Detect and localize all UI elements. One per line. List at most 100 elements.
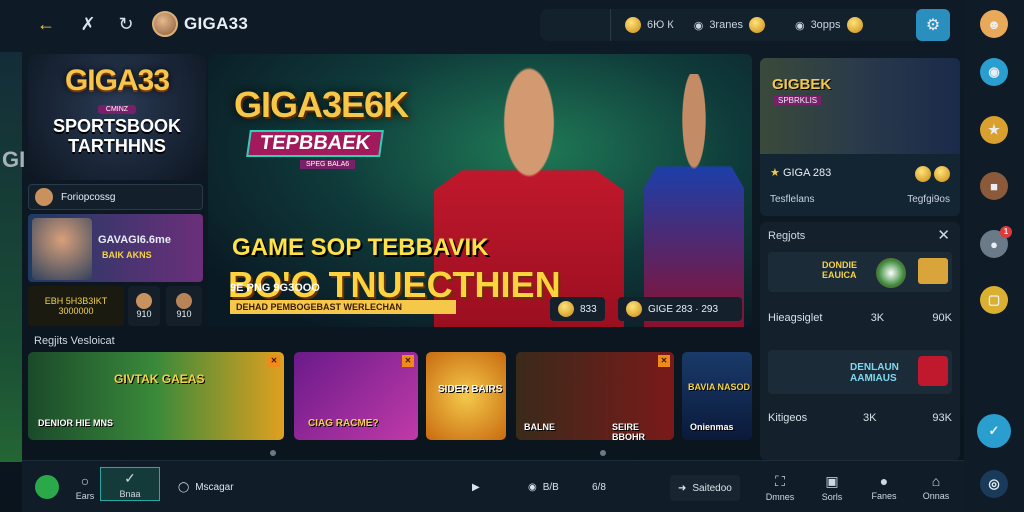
featured-row-1: ★ GIGA 283 [770, 166, 950, 185]
coin-icon [914, 166, 931, 182]
chat-bubble-icon[interactable]: ◉ [980, 58, 1008, 86]
hero-stat-left[interactable]: 833 [550, 297, 605, 321]
support-icon[interactable]: ✓ [977, 414, 1011, 448]
coin-icon [626, 301, 642, 317]
hot-badge: ✕ [268, 355, 280, 367]
game-tile-3[interactable]: SIDER BAIRS [426, 352, 506, 440]
bottom-settings[interactable]: ➜ Saitedoo [670, 475, 740, 501]
panel-game-1[interactable]: DONDIE EAUICA [768, 252, 952, 292]
check-icon: ✓ [124, 469, 136, 486]
hero-bar: DEHAD PEMBOGEBAST WERLECHAN [230, 300, 456, 314]
home-icon: ⌂ [931, 473, 941, 489]
home-icon [35, 475, 59, 499]
coin-icon [934, 166, 950, 182]
sportsbook-subtitle: SPORTSBOOK TARTHHNS [52, 116, 181, 156]
ball-icon [876, 258, 906, 288]
arrow-icon: ➜ [678, 482, 687, 494]
hero-stat-right[interactable]: GIGE 283 · 293 [618, 297, 742, 321]
app-window: GI ← ✗ ↻ GIGA33 6Ю К ◉ 3ranes ◉ 3opps ⚙ [0, 0, 1024, 512]
message-icon: ◯ [178, 481, 190, 493]
nav-games[interactable]: ⛶ Dmnes [758, 461, 802, 512]
user-icon: ● [879, 473, 889, 489]
hot-badge: ✕ [658, 355, 670, 367]
sportsbook-card[interactable]: GIGA33 CMINZ SPORTSBOOK TARTHHNS [28, 54, 206, 180]
panel-row-1[interactable]: Hieagsiglet 3K 90K [768, 312, 952, 324]
game-tile-2[interactable]: CIAG RACME? ✕ [294, 352, 418, 440]
left-stadium-strip: GI [0, 52, 26, 462]
featured-subtitle: SPBRKLIS [774, 96, 822, 105]
chest-icon [918, 258, 948, 284]
circle-icon: ○ [80, 473, 90, 489]
carousel-dot[interactable] [600, 450, 606, 456]
settings-gear-icon[interactable]: ⚙ [916, 9, 950, 41]
panel-row-2[interactable]: Kitigeos 3K 93K [768, 412, 952, 424]
favorites-row[interactable]: Foriopcossg [28, 184, 203, 210]
menu-globe-icon[interactable]: ◎ [980, 470, 1008, 498]
play-icon[interactable]: ▶ [472, 475, 480, 499]
coin-icon [625, 17, 641, 33]
brand-avatar [152, 11, 178, 37]
bottom-stat-2[interactable]: 6/8 [592, 475, 606, 499]
hero-banner[interactable]: GIGA3E6K TEPBBAEK SPEG BALA6 GAME SOP TE… [208, 54, 752, 327]
balance-group: 6Ю К ◉ 3ranes ◉ 3opps [540, 9, 922, 41]
section-title: Regjits Vesloicat [34, 335, 115, 347]
back-arrow-icon[interactable]: ← [32, 10, 60, 38]
stat-opps[interactable]: ◉ 3opps [795, 9, 863, 41]
hero-tag: SPEG BALA6 [300, 160, 356, 169]
hero-title: GIGA3E6K [234, 84, 409, 125]
right-panel: Regjots ✕ DONDIE EAUICA Hieagsiglet 3K 9… [760, 222, 960, 460]
panel-header: Regjots [768, 230, 806, 242]
nav-sports[interactable]: ▣ Sorls [810, 461, 854, 512]
hero-subtitle: TEPBBAEK [246, 130, 384, 157]
featured-image [760, 58, 960, 154]
glove-icon [918, 356, 948, 386]
wallet-icon[interactable]: ▢ [980, 286, 1008, 314]
bottom-message[interactable]: ◯ Mscagar [178, 475, 234, 499]
right-rail: ☻ ◉ ★ ■ ● 1 ▢ ✓ ◎ [964, 0, 1024, 512]
chat-icon: ◉ [693, 19, 704, 32]
profile-avatar-icon[interactable]: ☻ [980, 10, 1008, 38]
stat-games[interactable]: ◉ 3ranes [694, 9, 765, 41]
mini-promo-3[interactable]: 910 [166, 286, 202, 326]
player-image [32, 218, 92, 280]
star-icon: ★ [770, 167, 780, 179]
sportsbook-logo-title: GIGA33 [64, 64, 170, 97]
featured-title: GIGBEK [772, 76, 832, 93]
bottom-home[interactable] [30, 461, 64, 512]
avatar [176, 293, 192, 309]
chat-icon: ◉ [528, 481, 537, 493]
coin-icon [558, 301, 574, 317]
nav-fans[interactable]: ● Fanes [862, 461, 906, 512]
stat-coins[interactable]: 6Ю К [610, 9, 674, 41]
featured-card[interactable]: GIGBEK SPBRKLIS ★ GIGA 283 Tesflelans Te… [760, 58, 960, 216]
trophy-icon[interactable]: ★ [980, 116, 1008, 144]
hero-line: 9E PNG 9G3OOO [230, 282, 320, 294]
panel-game-2[interactable]: DENLAUN AAMIAUS [768, 350, 952, 394]
strip-label: GI [2, 147, 26, 172]
nav-options[interactable]: ⌂ Onnas [914, 461, 958, 512]
game-tile-1[interactable]: GIVTAK GAEAS DENIOR HIE MNS ✕ [28, 352, 284, 440]
carousel-dot[interactable] [270, 450, 276, 456]
notification-count: 1 [1000, 226, 1012, 238]
bottom-selected[interactable]: ✓ Bnaa [100, 467, 160, 501]
top-bar: ← ✗ ↻ GIGA33 6Ю К ◉ 3ranes ◉ 3opps ⚙ [22, 0, 964, 48]
hot-badge: ✕ [402, 355, 414, 367]
bottom-stat-1[interactable]: ◉ B/B [528, 475, 559, 499]
close-icon[interactable]: ✕ [937, 226, 950, 244]
game-tile-4[interactable]: BALNE SEIRE BBOHR ✕ [516, 352, 674, 440]
bottom-bar: ○ Ears ✓ Bnaa ◯ Mscagar ▶ ◉ B/B 6/8 ➜ Sa… [22, 460, 964, 512]
refresh-icon[interactable]: ↻ [112, 10, 140, 38]
mini-promo-2[interactable]: 910 [128, 286, 160, 326]
promo-banner[interactable]: GAVAGI6.6me BAIK AKNS [28, 214, 203, 282]
bottom-ears[interactable]: ○ Ears [70, 461, 100, 512]
shuffle-icon[interactable]: ✗ [74, 10, 102, 38]
notification-icon[interactable]: ● 1 [980, 226, 1012, 258]
avatar [136, 293, 152, 309]
game-tile-5[interactable]: BAVIA NASOD Onienmas [682, 352, 752, 440]
featured-row-2: Tesflelans Tegfgi9os [770, 194, 950, 205]
mini-promo-1[interactable]: EBH 5H3B3IKT 3000000 [28, 286, 124, 326]
controller-icon: ⛶ [775, 472, 785, 489]
hero-headline-1: GAME SOP TEBBAVIK [232, 234, 489, 261]
coin-icon [846, 17, 863, 33]
gift-icon[interactable]: ■ [980, 172, 1008, 200]
